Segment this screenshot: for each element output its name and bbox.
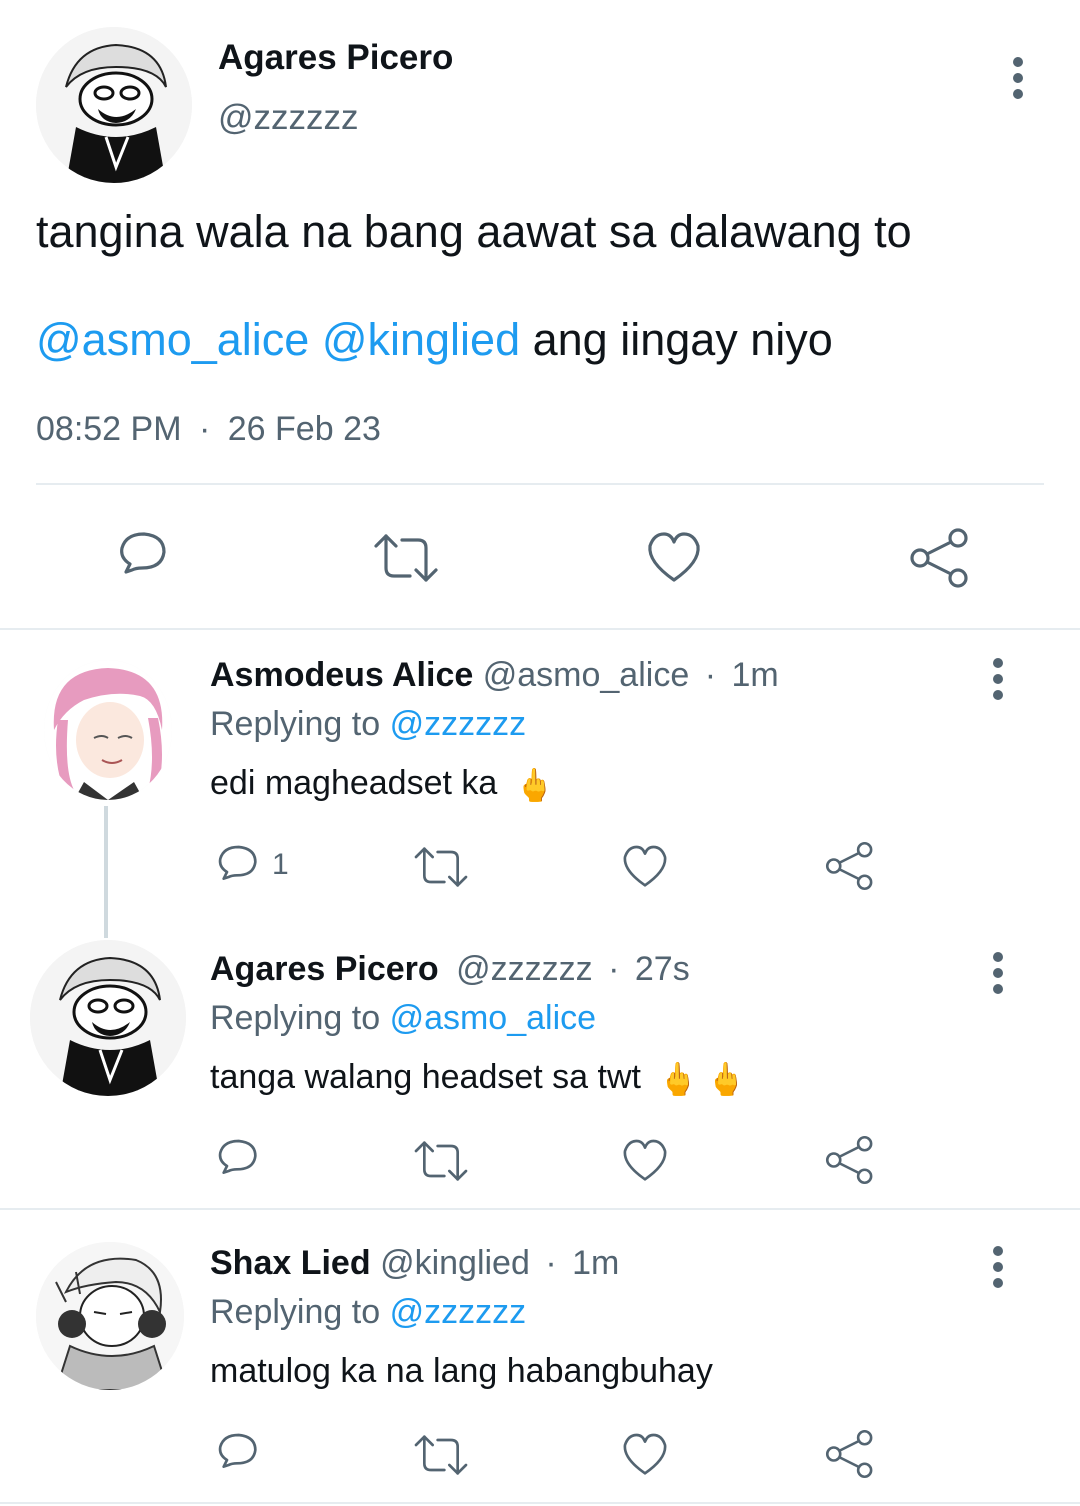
like-icon[interactable] xyxy=(620,842,670,892)
avatar-illustration xyxy=(36,1242,184,1390)
replying-to: Replying to @asmo_alice xyxy=(210,999,596,1038)
timestamp-separator: · xyxy=(198,410,211,448)
reply-text: edi magheadset ka 🖕 xyxy=(210,764,555,804)
divider xyxy=(36,483,1044,485)
retweet-icon[interactable] xyxy=(412,842,470,892)
replying-to-handle[interactable]: @zzzzzz xyxy=(390,705,527,743)
reply-body: tanga walang headset sa twt xyxy=(210,1058,641,1096)
reply-header: Agares Picero @zzzzzz · 27s xyxy=(210,950,690,989)
divider xyxy=(0,1502,1080,1504)
avatar[interactable] xyxy=(36,27,192,183)
replying-to: Replying to @zzzzzz xyxy=(210,705,526,744)
tweet-text-mentions: @asmo_alice @kinglied ang iingay niyo xyxy=(36,314,833,366)
author-name[interactable]: Agares Picero xyxy=(218,38,453,78)
reply-time: 1m xyxy=(731,656,779,694)
tweet-time: 08:52 PM xyxy=(36,410,182,448)
avatar-illustration xyxy=(30,940,186,1096)
timestamp-separator: · xyxy=(545,1244,557,1282)
replying-to: Replying to @zzzzzz xyxy=(210,1293,526,1332)
reply-header: Shax Lied @kinglied · 1m xyxy=(210,1244,619,1283)
thread-line xyxy=(104,806,108,938)
more-options-icon[interactable] xyxy=(988,952,1008,1000)
share-icon[interactable] xyxy=(824,1134,876,1186)
like-icon[interactable] xyxy=(644,528,704,588)
tweet-text-line1: tangina wala na bang aawat sa dalawang t… xyxy=(36,206,912,257)
more-options-icon[interactable] xyxy=(1008,57,1028,105)
middle-finger-emoji: 🖕 xyxy=(514,766,555,805)
tweet-text-line2: ang iingay niyo xyxy=(532,314,833,365)
reply-time: 1m xyxy=(572,1244,620,1282)
avatar-illustration xyxy=(36,27,192,183)
more-options-icon[interactable] xyxy=(988,1246,1008,1294)
reply-time: 27s xyxy=(634,950,690,988)
reply-text: matulog ka na lang habangbuhay xyxy=(210,1352,713,1391)
replying-to-label: Replying to xyxy=(210,999,381,1037)
reply-icon[interactable] xyxy=(212,1430,262,1480)
reply-count: 1 xyxy=(272,848,289,881)
replying-to-label: Replying to xyxy=(210,1293,381,1331)
retweet-icon[interactable] xyxy=(372,528,440,588)
reply-author-handle[interactable]: @zzzzzz xyxy=(456,950,593,988)
share-icon[interactable] xyxy=(824,840,876,892)
tweet-text: tangina wala na bang aawat sa dalawang t… xyxy=(36,206,912,258)
timestamp-separator: · xyxy=(704,656,717,694)
replying-to-handle[interactable]: @zzzzzz xyxy=(390,1293,527,1331)
tweet-date: 26 Feb 23 xyxy=(227,410,381,448)
reply-body: matulog ka na lang habangbuhay xyxy=(210,1352,713,1390)
mention-link[interactable]: @kinglied xyxy=(322,314,520,365)
like-icon[interactable] xyxy=(620,1136,670,1186)
reply-body: edi magheadset ka xyxy=(210,764,498,802)
avatar-illustration xyxy=(44,660,172,800)
author-handle[interactable]: @zzzzzz xyxy=(218,98,359,138)
share-icon[interactable] xyxy=(824,1428,876,1480)
retweet-icon[interactable] xyxy=(412,1430,470,1480)
reply-icon[interactable] xyxy=(212,842,262,892)
reply-text: tanga walang headset sa twt 🖕🖕 xyxy=(210,1058,754,1098)
reply-author-name[interactable]: Agares Picero xyxy=(210,950,439,988)
more-options-icon[interactable] xyxy=(988,658,1008,706)
reply-icon[interactable] xyxy=(112,528,172,588)
divider xyxy=(0,628,1080,630)
reply-icon[interactable] xyxy=(212,1136,262,1186)
replying-to-label: Replying to xyxy=(210,705,381,743)
like-icon[interactable] xyxy=(620,1430,670,1480)
mention-link[interactable]: @asmo_alice xyxy=(36,314,309,365)
middle-finger-emoji: 🖕🖕 xyxy=(658,1060,755,1099)
tweet-timestamp: 08:52 PM · 26 Feb 23 xyxy=(36,410,381,449)
reply-header: Asmodeus Alice @asmo_alice · 1m xyxy=(210,656,779,695)
reply-author-handle[interactable]: @kinglied xyxy=(380,1244,530,1282)
reply-author-name[interactable]: Asmodeus Alice xyxy=(210,656,473,694)
timestamp-separator: · xyxy=(608,950,620,988)
avatar[interactable] xyxy=(36,1242,184,1390)
avatar[interactable] xyxy=(30,940,186,1096)
divider xyxy=(0,1208,1080,1210)
reply-author-name[interactable]: Shax Lied xyxy=(210,1244,371,1282)
avatar[interactable] xyxy=(44,660,172,800)
reply-author-handle[interactable]: @asmo_alice xyxy=(483,656,690,694)
retweet-icon[interactable] xyxy=(412,1136,470,1186)
share-icon[interactable] xyxy=(908,526,972,590)
replying-to-handle[interactable]: @asmo_alice xyxy=(390,999,597,1037)
